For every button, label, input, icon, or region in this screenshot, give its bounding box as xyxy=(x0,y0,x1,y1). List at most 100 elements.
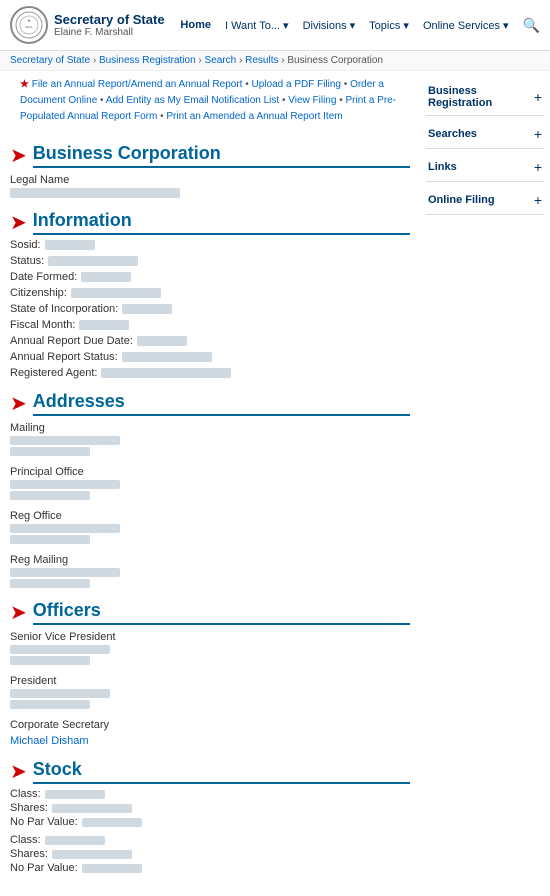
stock-shares-2-value xyxy=(52,850,132,859)
org-title: Secretary of State xyxy=(54,12,165,27)
address-reg-office-line1 xyxy=(10,524,120,533)
main-nav: Home I Want To... ▾ Divisions ▾ Topics ▾… xyxy=(180,17,540,34)
header-title-block: Secretary of State Elaine F. Marshall xyxy=(54,12,165,38)
nav-home[interactable]: Home xyxy=(180,19,211,31)
address-reg-mailing-line2 xyxy=(10,579,90,588)
arrow-information: ➤ xyxy=(10,213,27,233)
address-mailing-line2 xyxy=(10,447,90,456)
stock-class-1-label: Class: xyxy=(10,788,41,800)
officer-corp-secretary-link-michael[interactable]: Michael xyxy=(10,735,48,747)
address-reg-office-line2 xyxy=(10,535,90,544)
link-add-entity[interactable]: Add Entity as My Email Notification List xyxy=(106,95,279,106)
officer-president-title: President xyxy=(10,675,410,687)
breadcrumb-biz-reg[interactable]: Business Registration xyxy=(99,55,196,66)
sosid-label: Sosid: xyxy=(10,239,41,251)
date-formed-value xyxy=(81,272,131,282)
sidebar-online-filing-label: Online Filing xyxy=(428,194,495,206)
arrow-officers: ➤ xyxy=(10,603,27,623)
field-annual-report-status: Annual Report Status: xyxy=(10,351,410,363)
address-reg-office: Reg Office xyxy=(10,510,410,544)
address-mailing-label: Mailing xyxy=(10,422,410,434)
breadcrumb-search[interactable]: Search xyxy=(205,55,237,66)
main-layout: ★ File an Annual Report/Amend an Annual … xyxy=(0,71,550,896)
breadcrumb: Secretary of State › Business Registrati… xyxy=(0,51,550,71)
link-upload-pdf[interactable]: Upload a PDF Filing xyxy=(252,79,341,90)
officer-president-name xyxy=(10,689,110,698)
address-principal-line2 xyxy=(10,491,90,500)
date-formed-label: Date Formed: xyxy=(10,271,77,283)
field-date-formed: Date Formed: xyxy=(10,271,410,283)
registered-agent-label: Registered Agent: xyxy=(10,367,97,379)
legal-name-label: Legal Name xyxy=(10,174,410,186)
stock-no-par-2-label: No Par Value: xyxy=(10,862,78,874)
link-view-filing[interactable]: View Filing xyxy=(288,95,336,106)
nav-i-want-to[interactable]: I Want To... ▾ xyxy=(225,19,289,32)
address-reg-mailing-label: Reg Mailing xyxy=(10,554,410,566)
link-file-annual-report[interactable]: File an Annual Report/Amend an Annual Re… xyxy=(32,79,243,90)
field-status: Status: xyxy=(10,255,410,267)
stock-section-header: ➤ Stock xyxy=(10,759,410,784)
officer-svp: Senior Vice President xyxy=(10,631,410,665)
stock-shares-1: Shares: xyxy=(10,802,410,814)
star-icon: ★ xyxy=(20,79,29,90)
sidebar-biz-reg-label: Business Registration xyxy=(428,85,534,109)
sidebar-searches-label: Searches xyxy=(428,128,477,140)
search-icon[interactable]: 🔍 xyxy=(523,17,540,34)
address-reg-mailing-line1 xyxy=(10,568,120,577)
field-registered-agent: Registered Agent: xyxy=(10,367,410,379)
sidebar-links-plus-icon: + xyxy=(534,159,542,175)
nav-divisions[interactable]: Divisions ▾ xyxy=(303,19,356,32)
sidebar-searches-plus-icon: + xyxy=(534,126,542,142)
stock-no-par-1-label: No Par Value: xyxy=(10,816,78,828)
sidebar-links-label: Links xyxy=(428,161,457,173)
field-annual-report-due: Annual Report Due Date: xyxy=(10,335,410,347)
arrow-business-corp: ➤ xyxy=(10,146,27,166)
right-sidebar: Business Registration + Searches + Links… xyxy=(420,71,550,896)
stock-title: Stock xyxy=(33,759,410,784)
nav-online-services[interactable]: Online Services ▾ xyxy=(423,19,509,32)
left-content: ★ File an Annual Report/Amend an Annual … xyxy=(0,71,420,896)
arrow-stock: ➤ xyxy=(10,762,27,782)
field-sosid: Sosid: xyxy=(10,239,410,251)
information-section-header: ➤ Information xyxy=(10,210,410,235)
stock-shares-1-label: Shares: xyxy=(10,802,48,814)
annual-report-status-label: Annual Report Status: xyxy=(10,351,118,363)
address-mailing-line1 xyxy=(10,436,120,445)
legal-name-value xyxy=(10,188,180,198)
state-of-inc-value xyxy=(122,304,172,314)
sosid-value xyxy=(45,240,95,250)
sidebar-header-online-filing[interactable]: Online Filing + xyxy=(426,186,544,214)
sidebar-header-links[interactable]: Links + xyxy=(426,153,544,181)
sidebar-section-online-filing: Online Filing + xyxy=(426,186,544,215)
citizenship-label: Citizenship: xyxy=(10,287,67,299)
officer-svp-title: Senior Vice President xyxy=(10,631,410,643)
state-of-inc-label: State of Incorporation: xyxy=(10,303,118,315)
citizenship-value xyxy=(71,288,161,298)
breadcrumb-sos[interactable]: Secretary of State xyxy=(10,55,90,66)
field-fiscal-month: Fiscal Month: xyxy=(10,319,410,331)
stock-shares-1-value xyxy=(52,804,132,813)
officer-president-name2 xyxy=(10,700,90,709)
nav-topics[interactable]: Topics ▾ xyxy=(369,19,409,32)
sidebar-section-searches: Searches + xyxy=(426,120,544,149)
addresses-section-header: ➤ Addresses xyxy=(10,391,410,416)
officer-corp-secretary-link-disham[interactable]: Disham xyxy=(51,735,88,747)
address-reg-office-label: Reg Office xyxy=(10,510,410,522)
information-fields: Sosid: Status: Date Formed: Citizenship:… xyxy=(10,239,410,379)
officers-title: Officers xyxy=(33,600,410,625)
officer-corp-secretary: Corporate Secretary Michael Disham xyxy=(10,719,410,747)
addresses-title: Addresses xyxy=(33,391,410,416)
action-links: ★ File an Annual Report/Amend an Annual … xyxy=(10,71,410,131)
sidebar-header-biz-reg[interactable]: Business Registration + xyxy=(426,79,544,115)
logo-area: ★ SEAL Secretary of State Elaine F. Mars… xyxy=(10,6,165,44)
sidebar-header-searches[interactable]: Searches + xyxy=(426,120,544,148)
business-corporation-title: Business Corporation xyxy=(33,143,410,168)
svg-text:SEAL: SEAL xyxy=(25,25,33,29)
stock-class-2: Class: xyxy=(10,834,410,846)
breadcrumb-results[interactable]: Results xyxy=(245,55,278,66)
officers-content: Senior Vice President President Corporat… xyxy=(10,631,410,747)
link-print-amended[interactable]: Print an Amended a Annual Report Item xyxy=(166,111,342,122)
sidebar-biz-reg-plus-icon: + xyxy=(534,89,542,105)
org-subtitle: Elaine F. Marshall xyxy=(54,27,165,38)
stock-no-par-1: No Par Value: xyxy=(10,816,410,828)
